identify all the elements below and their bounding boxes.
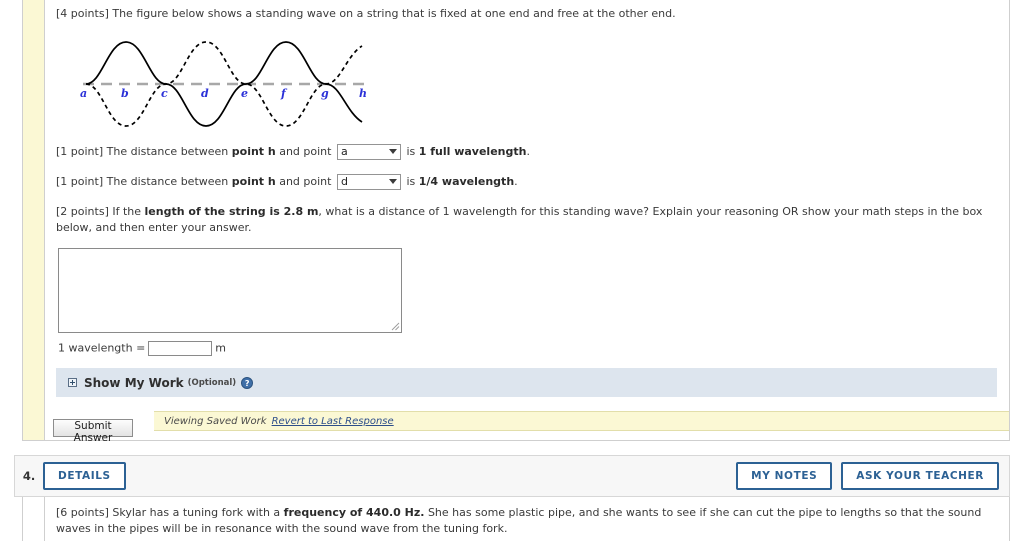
sub2-point-label: point h xyxy=(231,174,276,188)
wave-label-c: c xyxy=(161,86,168,100)
wave-label-h: h xyxy=(359,86,367,100)
q4-unit: Hz. xyxy=(400,506,425,519)
wave-label-e: e xyxy=(241,86,248,100)
answer-row: 1 wavelength = m xyxy=(58,340,997,356)
standing-wave-svg xyxy=(83,41,368,127)
question-3-prompt: [4 points] The figure below shows a stan… xyxy=(56,7,676,20)
saved-work-status-text: Viewing Saved Work xyxy=(164,415,267,427)
question-4-number: 4. xyxy=(22,469,36,483)
q4-frequency-value: 440.0 xyxy=(366,506,401,519)
sub-question-2: [1 point] The distance between point h a… xyxy=(56,173,997,190)
sub2-mid: and point xyxy=(275,174,335,188)
sub2-suffix-lead: is xyxy=(402,174,419,188)
ask-your-teacher-button[interactable]: ASK YOUR TEACHER xyxy=(841,462,999,490)
wave-label-f: f xyxy=(281,86,286,100)
wave-label-a: a xyxy=(80,86,88,100)
chevron-down-icon xyxy=(388,178,397,184)
sub3-string-length-value: 2.8 xyxy=(283,204,304,218)
wave-label-g: g xyxy=(321,86,329,100)
plus-box-icon[interactable] xyxy=(68,378,77,387)
standing-wave-figure: a b c d e f g h xyxy=(78,32,378,130)
question-4-rail xyxy=(23,497,45,541)
saved-work-rail xyxy=(23,0,45,440)
revert-to-last-response-link[interactable]: Revert to Last Response xyxy=(272,416,394,427)
sub1-suffix-bold: 1 full wavelength xyxy=(418,144,527,158)
select-point-quarter-wavelength[interactable]: d xyxy=(336,173,401,190)
help-icon[interactable]: ? xyxy=(241,376,254,389)
my-notes-button[interactable]: MY NOTES xyxy=(736,462,833,490)
sub1-period: . xyxy=(526,144,530,158)
question-4-header: 4. DETAILS MY NOTES ASK YOUR TEACHER xyxy=(14,455,1010,497)
sub-question-3: [2 points] If the length of the string i… xyxy=(56,204,992,236)
saved-work-status-bar: Viewing Saved Work Revert to Last Respon… xyxy=(154,411,1009,431)
submit-answer-button[interactable]: Submit Answer xyxy=(53,419,133,444)
question-4-panel: [6 points] Skylar has a tuning fork with… xyxy=(22,497,1010,541)
sub1-point-label: point h xyxy=(231,144,276,158)
sub2-period: . xyxy=(514,174,518,188)
sub1-mid: and point xyxy=(275,144,335,158)
sub2-suffix-bold: 1/4 wavelength xyxy=(418,174,515,188)
show-my-work-title: Show My Work xyxy=(84,375,184,390)
show-my-work-optional: (Optional) xyxy=(187,377,237,388)
answer-label: 1 wavelength = xyxy=(58,341,146,355)
question-3-panel: [4 points] The figure below shows a stan… xyxy=(22,0,1010,444)
wave-label-b: b xyxy=(121,86,129,100)
sub1-prefix: [1 point] The distance between xyxy=(56,144,232,158)
sub3-unit: m xyxy=(303,204,319,218)
details-button[interactable]: DETAILS xyxy=(43,462,126,490)
question-4-header-actions: MY NOTES ASK YOUR TEACHER xyxy=(736,462,1009,490)
wavelength-answer-input[interactable] xyxy=(148,340,213,356)
wave-label-d: d xyxy=(201,86,209,100)
sub2-prefix: [1 point] The distance between xyxy=(56,174,232,188)
sub3-prefix: [2 points] If the xyxy=(56,204,145,218)
chevron-down-icon xyxy=(388,148,397,154)
show-my-work-bar[interactable]: Show My Work (Optional) ? xyxy=(56,368,997,397)
q4-bold-lead: frequency of xyxy=(283,506,367,519)
sub1-suffix-lead: is xyxy=(402,144,419,158)
work-textarea[interactable] xyxy=(58,247,402,333)
question-4-prompt: [6 points] Skylar has a tuning fork with… xyxy=(56,505,992,537)
answer-unit: m xyxy=(215,341,227,355)
sub3-bold-lead: length of the string is xyxy=(144,204,284,218)
work-textarea-wrapper xyxy=(58,247,402,333)
select-point-quarter-wavelength-value: d xyxy=(340,174,348,188)
sub-question-1: [1 point] The distance between point h a… xyxy=(56,143,997,160)
select-point-full-wavelength-value: a xyxy=(340,144,348,158)
select-point-full-wavelength[interactable]: a xyxy=(336,143,401,160)
q4-prefix: [6 points] Skylar has a tuning fork with… xyxy=(56,506,284,519)
